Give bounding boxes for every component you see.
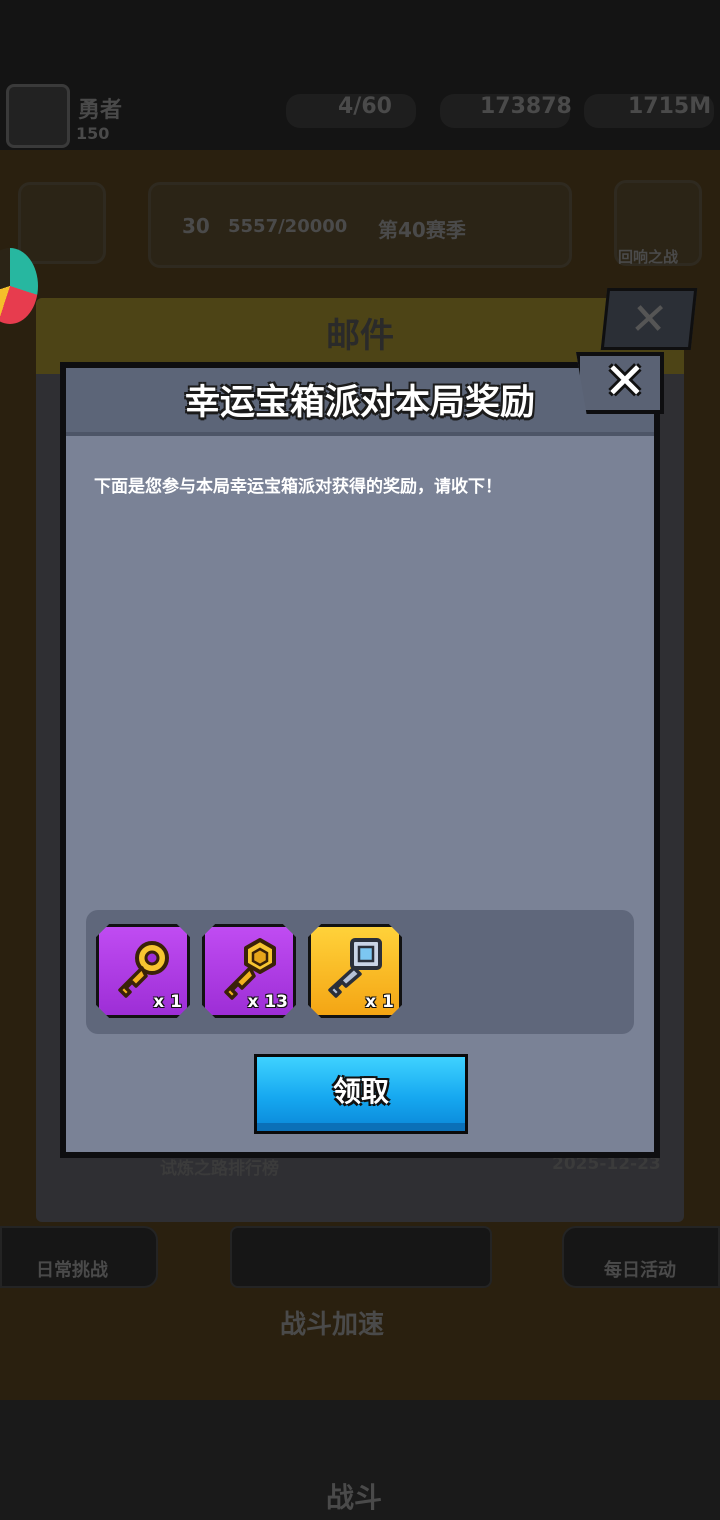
reward-list: x 1 x 13 x 1 (86, 910, 634, 1034)
dialog-message: 下面是您参与本局幸运宝箱派对获得的奖励，请收下！ (94, 477, 502, 497)
player-level: 150 (76, 124, 110, 143)
energy-value: 4/60 (338, 94, 392, 119)
claim-button-label: 领取 (332, 1075, 389, 1108)
mail-title: 邮件 (326, 316, 394, 356)
mail-close-button[interactable]: ✕ (600, 288, 698, 350)
close-icon: ✕ (627, 294, 671, 345)
reward-item[interactable]: x 13 (202, 924, 296, 1018)
season-label: 第40赛季 (378, 218, 466, 242)
dialog-header: 幸运宝箱派对本局奖励 (66, 368, 654, 436)
daily-challenge-label: 日常挑战 (36, 1260, 108, 1281)
claim-button[interactable]: 领取 (254, 1054, 468, 1134)
menu-button (18, 182, 106, 264)
reward-dialog: 幸运宝箱派对本局奖励 下面是您参与本局幸运宝箱派对获得的奖励，请收下！ x 1 … (60, 362, 660, 1158)
player-name: 勇者 (78, 98, 123, 123)
center-tab (230, 1226, 492, 1288)
daily-event-label: 每日活动 (604, 1260, 676, 1281)
close-icon: ✕ (604, 352, 646, 410)
battle-label: 战斗 (326, 1481, 383, 1514)
close-button[interactable]: ✕ (576, 352, 664, 414)
side-event-label: 回响之战 (618, 248, 679, 266)
gems-value: 173878 (480, 94, 572, 119)
reward-quantity: x 1 (365, 992, 394, 1012)
reward-item[interactable]: x 1 (308, 924, 402, 1018)
battle-boost-label: 战斗加速 (280, 1310, 385, 1340)
coins-value: 1715M (628, 94, 712, 119)
reward-item[interactable]: x 1 (96, 924, 190, 1018)
stage-banner (148, 182, 572, 268)
avatar (6, 84, 70, 148)
stage-progress: 5557/20000 (228, 216, 348, 237)
dialog-title: 幸运宝箱派对本局奖励 (184, 383, 535, 423)
reward-quantity: x 13 (247, 992, 288, 1012)
stage-level: 30 (182, 214, 210, 238)
reward-quantity: x 1 (153, 992, 182, 1012)
